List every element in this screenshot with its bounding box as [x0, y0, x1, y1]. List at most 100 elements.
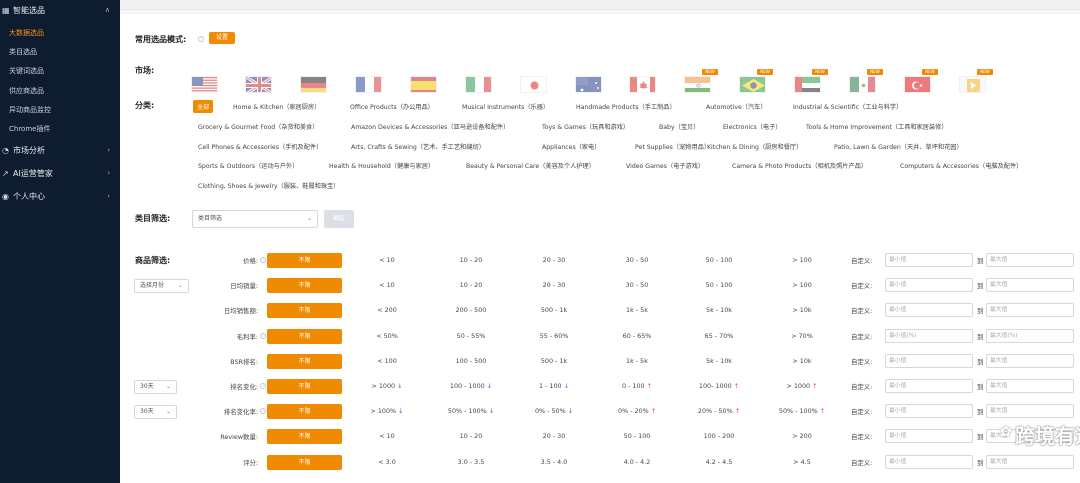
category-item[interactable]: Tools & Home Improvement（工具和家居装修）: [806, 122, 948, 131]
filter-option[interactable]: > 200: [772, 432, 832, 440]
filter-option[interactable]: 1k - 5k: [607, 306, 667, 314]
max-input[interactable]: 最大值: [986, 354, 1074, 368]
sidebar-group-user[interactable]: ◉ 个人中心 ›: [0, 185, 120, 208]
filter-option[interactable]: 50% - 100% ↓: [441, 407, 501, 415]
filter-option[interactable]: 1 - 100 ↓: [524, 382, 584, 390]
filter-option[interactable]: 10 - 20: [441, 256, 501, 264]
min-input[interactable]: 最小值: [885, 354, 973, 368]
filter-option[interactable]: 10 - 20: [441, 432, 501, 440]
category-item[interactable]: Patio, Lawn & Garden（天井、草坪和花园）: [834, 142, 963, 151]
filter-option[interactable]: 20 - 30: [524, 256, 584, 264]
max-input[interactable]: 最大值: [986, 253, 1074, 267]
category-item[interactable]: Grocery & Gourmet Food（杂货和美食）: [198, 122, 318, 131]
max-input[interactable]: 最大值(%): [986, 329, 1074, 343]
unlimited-button[interactable]: 不限: [267, 278, 342, 293]
filter-option[interactable]: > 1000 ↓: [357, 382, 417, 390]
filter-option[interactable]: < 10: [357, 281, 417, 289]
filter-option[interactable]: 20% - 50% ↑: [689, 407, 749, 415]
filter-option[interactable]: 4.2 - 4.5: [689, 458, 749, 466]
min-input[interactable]: 最小值(%): [885, 329, 973, 343]
filter-option[interactable]: < 200: [357, 306, 417, 314]
category-item[interactable]: Office Products（办公用品）: [350, 102, 434, 111]
flag-es[interactable]: [410, 76, 437, 93]
filter-option[interactable]: 0 - 100 ↑: [607, 382, 667, 390]
filter-option[interactable]: > 10k: [772, 306, 832, 314]
filter-option[interactable]: 20 - 30: [524, 432, 584, 440]
filter-option[interactable]: 50% - 100% ↑: [772, 407, 832, 415]
sidebar-item-monitor[interactable]: 异动商品监控: [0, 100, 120, 119]
flag-br[interactable]: [739, 76, 766, 93]
sidebar-item-bigdata[interactable]: 大数据选品: [0, 23, 120, 42]
sidebar-item-chrome[interactable]: Chrome插件: [0, 119, 120, 138]
filter-option[interactable]: 5k - 10k: [689, 306, 749, 314]
filter-option[interactable]: 30 - 50: [607, 256, 667, 264]
flag-uk[interactable]: [245, 76, 272, 93]
flag-nl[interactable]: [959, 76, 986, 93]
unlimited-button[interactable]: 不限: [267, 379, 342, 394]
filter-option[interactable]: > 1000 ↑: [772, 382, 832, 390]
category-item[interactable]: Home & Kitchen（家居厨房）: [233, 102, 320, 111]
category-item[interactable]: Amazon Devices & Accessories（亚马逊设备和配件）: [351, 122, 509, 131]
filter-option[interactable]: 50 - 100: [689, 281, 749, 289]
min-input[interactable]: 最小值: [885, 379, 973, 393]
sidebar-item-supplier[interactable]: 供应商选品: [0, 81, 120, 100]
filter-option[interactable]: 0% - 50% ↓: [524, 407, 584, 415]
filter-option[interactable]: > 4.5: [772, 458, 832, 466]
category-item[interactable]: Cell Phones & Accessories（手机及配件）: [198, 142, 322, 151]
category-item[interactable]: Camera & Photo Products（相机及照片产品）: [732, 161, 867, 170]
filter-option[interactable]: > 100% ↓: [357, 407, 417, 415]
filter-option[interactable]: < 50%: [357, 332, 417, 340]
filter-option[interactable]: 0% - 20% ↑: [607, 407, 667, 415]
filter-option[interactable]: 3.0 - 3.5: [441, 458, 501, 466]
period-select[interactable]: 30天 ⌄: [134, 405, 177, 419]
min-input[interactable]: 最小值: [885, 253, 973, 267]
flag-au[interactable]: [575, 76, 602, 93]
category-item[interactable]: Sports & Outdoors（运动与户外）: [198, 161, 298, 170]
category-item[interactable]: Clothing, Shoes & Jewelry（服装、鞋履和珠宝）: [198, 181, 339, 190]
sidebar-item-category[interactable]: 类目选品: [0, 42, 120, 61]
category-item[interactable]: Beauty & Personal Care（美容及个人护理）: [466, 161, 595, 170]
filter-option[interactable]: 500 - 1k: [524, 306, 584, 314]
filter-option[interactable]: < 10: [357, 432, 417, 440]
filter-option[interactable]: > 10k: [772, 357, 832, 365]
flag-de[interactable]: [300, 76, 327, 93]
filter-option[interactable]: > 100: [772, 281, 832, 289]
max-input[interactable]: 最大值: [986, 404, 1074, 418]
filter-option[interactable]: 100 - 500: [441, 357, 501, 365]
filter-option[interactable]: 20 - 30: [524, 281, 584, 289]
filter-option[interactable]: 30 - 50: [607, 281, 667, 289]
filter-option[interactable]: 50 - 100: [607, 432, 667, 440]
min-input[interactable]: 最小值: [885, 455, 973, 469]
category-item[interactable]: Computers & Accessories（电脑及配件）: [900, 161, 1022, 170]
unlimited-button[interactable]: 不限: [267, 354, 342, 369]
category-item[interactable]: Arts, Crafts & Sewing（艺术、手工艺和缝纫）: [351, 142, 485, 151]
flag-mx[interactable]: [849, 76, 876, 93]
max-input[interactable]: 最大值: [986, 455, 1074, 469]
settings-button[interactable]: 设置: [209, 32, 235, 44]
unlimited-button[interactable]: 不限: [267, 429, 342, 444]
category-item[interactable]: Handmade Products（手工制品）: [576, 102, 676, 111]
min-input[interactable]: 最小值: [885, 303, 973, 317]
filter-option[interactable]: 60 - 65%: [607, 332, 667, 340]
category-item[interactable]: Pet Supplies（宠物用品）: [635, 142, 710, 151]
category-item[interactable]: Appliances（家电）: [542, 142, 600, 151]
max-input[interactable]: 最大值: [986, 379, 1074, 393]
filter-option[interactable]: 500 - 1k: [524, 357, 584, 365]
flag-jp[interactable]: [520, 76, 547, 93]
unlimited-button[interactable]: 不限: [267, 303, 342, 318]
flag-ae[interactable]: [794, 76, 821, 93]
filter-option[interactable]: 5k - 10k: [689, 357, 749, 365]
max-input[interactable]: 最大值: [986, 303, 1074, 317]
category-item[interactable]: Health & Household（健康与家居）: [329, 161, 434, 170]
category-item[interactable]: Industrial & Scientific（工业与科学）: [793, 102, 902, 111]
category-item[interactable]: Electronics（电子）: [723, 122, 781, 131]
category-item[interactable]: Toys & Games（玩具和游戏）: [542, 122, 629, 131]
filter-option[interactable]: > 100: [772, 256, 832, 264]
flag-it[interactable]: [465, 76, 492, 93]
category-item[interactable]: Automotive（汽车）: [706, 102, 767, 111]
confirm-button[interactable]: 确定: [324, 210, 354, 228]
sidebar-item-keyword[interactable]: 关键词选品: [0, 62, 120, 81]
unlimited-button[interactable]: 不限: [267, 329, 342, 344]
flag-in[interactable]: [684, 76, 711, 93]
filter-option[interactable]: 100 - 200: [689, 432, 749, 440]
